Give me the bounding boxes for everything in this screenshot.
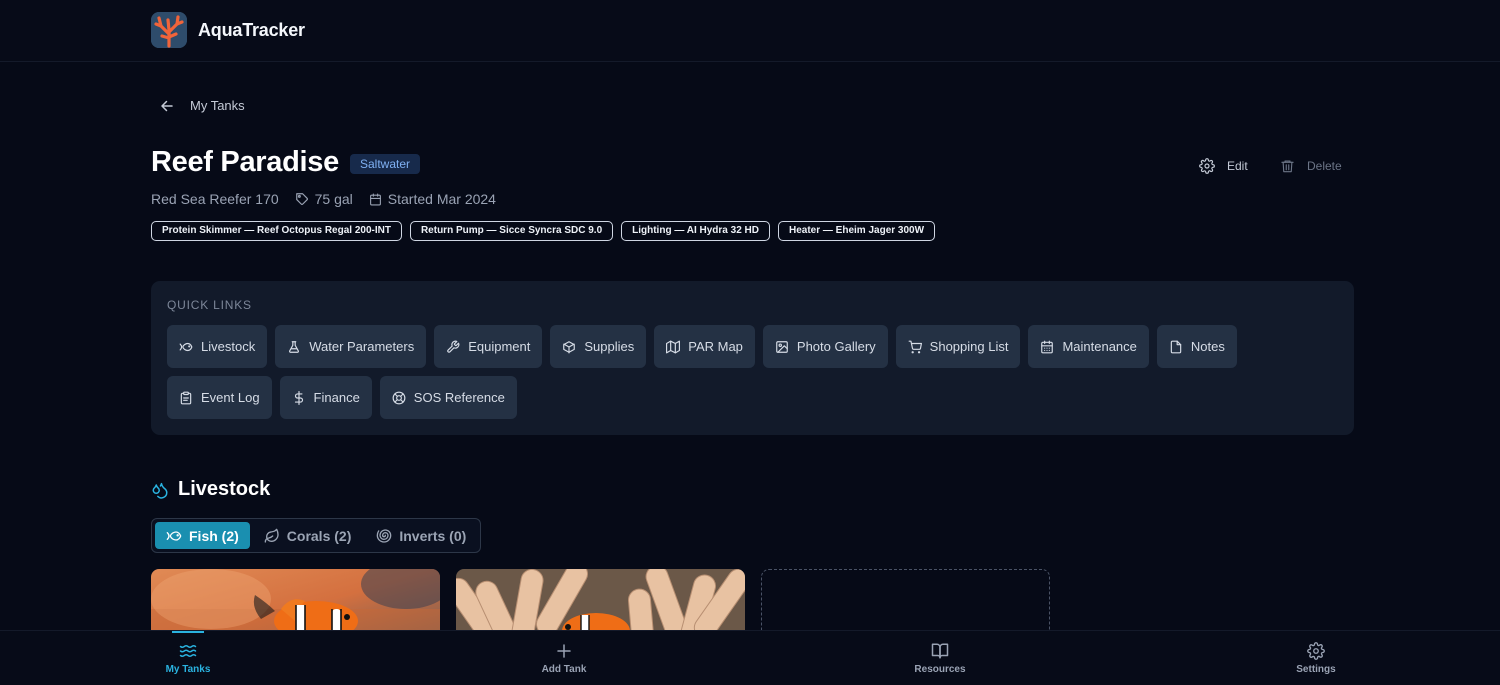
gear-icon xyxy=(1307,642,1325,660)
quick-link-water-parameters[interactable]: Water Parameters xyxy=(275,325,427,368)
quick-link-label: Photo Gallery xyxy=(796,339,876,354)
nav-resources[interactable]: Resources xyxy=(880,631,1000,685)
quick-link-photo-gallery[interactable]: Photo Gallery xyxy=(762,325,888,368)
nav-my-tanks[interactable]: My Tanks xyxy=(128,631,248,685)
package-icon xyxy=(562,340,576,354)
quick-link-label: Maintenance xyxy=(1062,339,1137,354)
calendar-icon xyxy=(369,193,382,206)
waves-icon xyxy=(178,642,198,660)
edit-label: Edit xyxy=(1227,159,1248,173)
quick-link-event-log[interactable]: Event Log xyxy=(167,376,272,419)
shell-icon xyxy=(376,528,392,544)
tank-started: Started Mar 2024 xyxy=(369,191,496,207)
tab-label: Fish (2) xyxy=(189,527,239,544)
tank-volume-value: 75 gal xyxy=(314,191,353,207)
quick-link-label: Shopping List xyxy=(929,339,1009,354)
equipment-chip[interactable]: Lighting — AI Hydra 32 HD xyxy=(621,221,770,241)
quick-link-sos-reference[interactable]: SOS Reference xyxy=(379,376,517,419)
map-icon xyxy=(666,340,681,354)
tag-icon xyxy=(295,192,309,206)
leaf-icon xyxy=(264,528,280,544)
tank-started-value: Started Mar 2024 xyxy=(387,191,496,207)
equipment-chip[interactable]: Return Pump — Sicce Syncra SDC 9.0 xyxy=(409,221,614,241)
image-icon xyxy=(775,340,789,354)
quick-link-label: Finance xyxy=(313,390,360,405)
arrow-left-icon xyxy=(160,99,174,113)
app-name[interactable]: AquaTracker xyxy=(198,20,305,41)
quick-link-equipment[interactable]: Equipment xyxy=(434,325,543,368)
tab-fish[interactable]: Fish (2) xyxy=(155,522,250,549)
quick-link-label: Event Log xyxy=(201,390,260,405)
livestock-tabs: Fish (2) Corals (2) Inverts (0) xyxy=(151,518,482,553)
trash-icon xyxy=(1280,158,1295,174)
tank-volume: 75 gal xyxy=(295,191,353,207)
quick-link-par-map[interactable]: PAR Map xyxy=(654,325,755,368)
quick-link-livestock[interactable]: Livestock xyxy=(167,325,268,368)
note-icon xyxy=(1169,340,1183,354)
top-bar: AquaTracker xyxy=(0,0,1500,62)
clipboard-icon xyxy=(179,391,193,405)
coral-logo-icon[interactable] xyxy=(151,12,187,48)
lifebuoy-icon xyxy=(392,391,406,405)
tank-model: Red Sea Reefer 170 xyxy=(151,191,279,207)
tab-inverts[interactable]: Inverts (0) xyxy=(365,522,477,549)
equipment-chip[interactable]: Protein Skimmer — Reef Octopus Regal 200… xyxy=(151,221,402,241)
livestock-heading: Livestock xyxy=(151,478,270,501)
tab-corals[interactable]: Corals (2) xyxy=(253,522,363,549)
back-to-my-tanks-link[interactable]: My Tanks xyxy=(160,98,245,113)
quick-link-shopping-list[interactable]: Shopping List xyxy=(895,325,1021,368)
quick-link-label: PAR Map xyxy=(688,339,743,354)
tank-type-badge: Saltwater xyxy=(350,154,421,174)
fish-icon xyxy=(179,340,193,354)
tab-label: Corals (2) xyxy=(286,527,352,544)
gear-icon xyxy=(1199,158,1215,174)
quick-links-panel: QUICK LINKS Livestock Water Parameters E… xyxy=(151,281,1354,435)
wrench-icon xyxy=(446,340,460,354)
quick-link-maintenance[interactable]: Maintenance xyxy=(1028,325,1149,368)
book-icon xyxy=(930,642,950,660)
page-title: Reef Paradise xyxy=(151,146,339,178)
back-label: My Tanks xyxy=(190,98,245,113)
quick-link-label: Water Parameters xyxy=(309,339,415,354)
quick-link-notes[interactable]: Notes xyxy=(1156,325,1237,368)
plus-icon xyxy=(555,642,573,660)
tab-label: Inverts (0) xyxy=(399,527,467,544)
quick-link-finance[interactable]: Finance xyxy=(279,376,372,419)
droplets-icon xyxy=(151,481,169,499)
quick-link-label: Notes xyxy=(1190,339,1225,354)
flask-icon xyxy=(287,340,301,354)
quick-link-label: Equipment xyxy=(468,339,531,354)
active-indicator xyxy=(172,631,204,633)
quick-link-label: SOS Reference xyxy=(413,390,505,405)
quick-links-heading: QUICK LINKS xyxy=(167,298,252,312)
quick-link-supplies[interactable]: Supplies xyxy=(550,325,647,368)
nav-settings[interactable]: Settings xyxy=(1256,631,1376,685)
edit-button[interactable]: Edit xyxy=(1199,158,1248,174)
bottom-navigation: My Tanks Add Tank Resources Settings xyxy=(0,630,1500,685)
equipment-chip[interactable]: Heater — Eheim Jager 300W xyxy=(778,221,936,241)
equipment-chips: Protein Skimmer — Reef Octopus Regal 200… xyxy=(151,221,936,241)
quick-link-label: Supplies xyxy=(584,339,635,354)
quick-links-list: Livestock Water Parameters Equipment Sup… xyxy=(167,325,1297,419)
delete-button[interactable]: Delete xyxy=(1280,158,1342,174)
nav-label: Add Tank xyxy=(541,664,587,675)
fish-icon xyxy=(166,528,182,544)
nav-label: Resources xyxy=(914,664,966,675)
tank-meta: Red Sea Reefer 170 75 gal Started Mar 20… xyxy=(151,191,496,207)
dollar-icon xyxy=(292,390,306,405)
nav-label: My Tanks xyxy=(165,664,211,675)
calendar-icon xyxy=(1040,340,1054,354)
nav-label: Settings xyxy=(1296,664,1336,675)
delete-label: Delete xyxy=(1307,159,1342,173)
cart-icon xyxy=(908,340,922,354)
nav-add-tank[interactable]: Add Tank xyxy=(504,631,624,685)
quick-link-label: Livestock xyxy=(201,339,256,354)
livestock-title: Livestock xyxy=(178,478,271,500)
